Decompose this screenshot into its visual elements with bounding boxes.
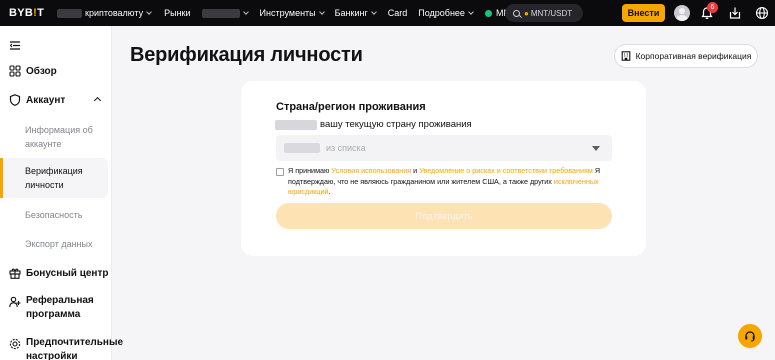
- nav-card[interactable]: Card: [388, 8, 408, 18]
- terms-of-use-link[interactable]: Условия использования: [331, 166, 411, 175]
- bybit-logo[interactable]: BYB!T: [9, 7, 55, 19]
- confirm-button[interactable]: Подтвердить: [276, 203, 612, 229]
- agreement-text: Я принимаю Условия использования и Уведо…: [276, 166, 612, 198]
- sidebar-item-label: Аккаунт: [26, 94, 66, 106]
- chevron-down-icon: [318, 9, 325, 15]
- headset-icon: [745, 331, 755, 342]
- sidebar-item-label: Экспорт данных: [25, 239, 93, 249]
- nav-card-label: Card: [387, 8, 408, 18]
- nav-trade[interactable]: [201, 8, 249, 18]
- sidebar-item-label: Предпочтительные настройки: [26, 337, 124, 360]
- sidebar-item-label: Реферальная программа: [26, 295, 94, 320]
- agree-prefix: Я принимаю: [288, 166, 332, 175]
- blurred-text: [284, 143, 320, 153]
- sidebar-item-account-info[interactable]: Информация об аккаунте: [0, 123, 100, 151]
- country-select[interactable]: из списка: [276, 135, 612, 161]
- menu-icon[interactable]: [10, 41, 20, 50]
- building-icon: [621, 51, 630, 61]
- nav-markets-label: Рынки: [164, 8, 191, 18]
- settings-icon: [9, 338, 21, 350]
- nav-markets[interactable]: Рынки: [164, 8, 190, 18]
- fire-icon: ●: [524, 8, 529, 18]
- sidebar-item-overview[interactable]: Обзор: [0, 64, 112, 78]
- nav-banking-label: Банкинг: [334, 8, 368, 18]
- sidebar-item-identity-verification[interactable]: Верификация личности: [0, 158, 108, 198]
- chevron-down-icon: [468, 9, 474, 15]
- sidebar-item-data-export[interactable]: Экспорт данных: [0, 237, 112, 251]
- corporate-verification-button[interactable]: Корпоративная верификация: [614, 44, 758, 68]
- corporate-verification-label: Корпоративная верификация: [635, 51, 752, 61]
- chevron-down-icon: [242, 9, 249, 15]
- card-subtitle: вашу текущую страну проживания: [275, 119, 472, 130]
- country-select-placeholder: из списка: [326, 143, 366, 153]
- sidebar-item-label: Бонусный центр: [26, 267, 109, 279]
- card-subtitle-text: вашу текущую страну проживания: [320, 119, 472, 130]
- logo-text-left: BYB: [9, 7, 34, 19]
- shield-icon: [9, 94, 21, 106]
- globe-icon[interactable]: [755, 6, 769, 20]
- support-chat-button[interactable]: [738, 324, 762, 348]
- search-icon: [513, 9, 520, 17]
- residence-card: Страна/регион проживания вашу текущую ст…: [241, 81, 646, 256]
- card-heading: Страна/регион проживания: [276, 101, 426, 113]
- avatar[interactable]: [674, 5, 690, 21]
- agreement-checkbox[interactable]: [276, 168, 284, 176]
- nav-tools[interactable]: Инструменты: [259, 8, 325, 18]
- gift-icon: [9, 268, 21, 279]
- nav-tools-label: Инструменты: [259, 8, 316, 18]
- nav-more-label: Подробнее: [418, 8, 465, 18]
- search-input[interactable]: ● MNT/USDT: [505, 4, 583, 22]
- nav-buy-crypto[interactable]: криптовалюту: [57, 8, 152, 18]
- agree-end: .: [328, 187, 331, 196]
- overview-icon: [9, 65, 21, 77]
- top-navigation-bar: BYB!T криптовалюту Рынки Инструменты Бан…: [0, 0, 775, 26]
- nav-buy-crypto-label: криптовалюту: [85, 8, 144, 18]
- sidebar-item-label: Верификация личности: [25, 166, 83, 190]
- blurred-text: [201, 8, 240, 18]
- chevron-up-icon: [93, 96, 102, 105]
- referral-icon: [9, 296, 21, 308]
- sidebar-item-label: Информация об аккаунте: [25, 125, 93, 149]
- page-title: Верификация личности: [130, 44, 363, 66]
- sidebar-item-preferences[interactable]: Предпочтительные настройки: [0, 336, 123, 360]
- sidebar-item-label: Обзор: [26, 65, 57, 77]
- notification-badge: 6: [707, 2, 718, 13]
- sidebar-item-bonus-center[interactable]: Бонусный центр: [0, 266, 112, 280]
- download-icon[interactable]: [728, 6, 742, 20]
- blurred-text: [275, 119, 317, 130]
- sidebar-item-referral[interactable]: Реферальная программа: [0, 294, 112, 322]
- search-input-text: MNT/USDT: [530, 8, 573, 18]
- logo-text-right: T: [37, 7, 45, 19]
- blurred-text: [57, 8, 82, 18]
- nav-more[interactable]: Подробнее: [418, 8, 474, 18]
- sidebar-item-label: Безопасность: [25, 210, 83, 220]
- risk-notice-link[interactable]: Уведомление о рисках и соответствии треб…: [419, 166, 593, 175]
- sidebar: Обзор Аккаунт Информация об аккаунте Вер…: [0, 26, 123, 360]
- sidebar-item-account[interactable]: Аккаунт: [0, 93, 112, 107]
- nav-banking[interactable]: Банкинг: [334, 8, 377, 18]
- sidebar-item-security[interactable]: Безопасность: [0, 208, 112, 222]
- agree-and: и: [411, 166, 420, 175]
- mnt-token-icon: [484, 9, 492, 17]
- chevron-down-icon: [370, 9, 377, 15]
- chevron-down-icon: [146, 9, 152, 15]
- caret-down-icon: [592, 146, 600, 151]
- deposit-button[interactable]: Внести: [622, 4, 665, 22]
